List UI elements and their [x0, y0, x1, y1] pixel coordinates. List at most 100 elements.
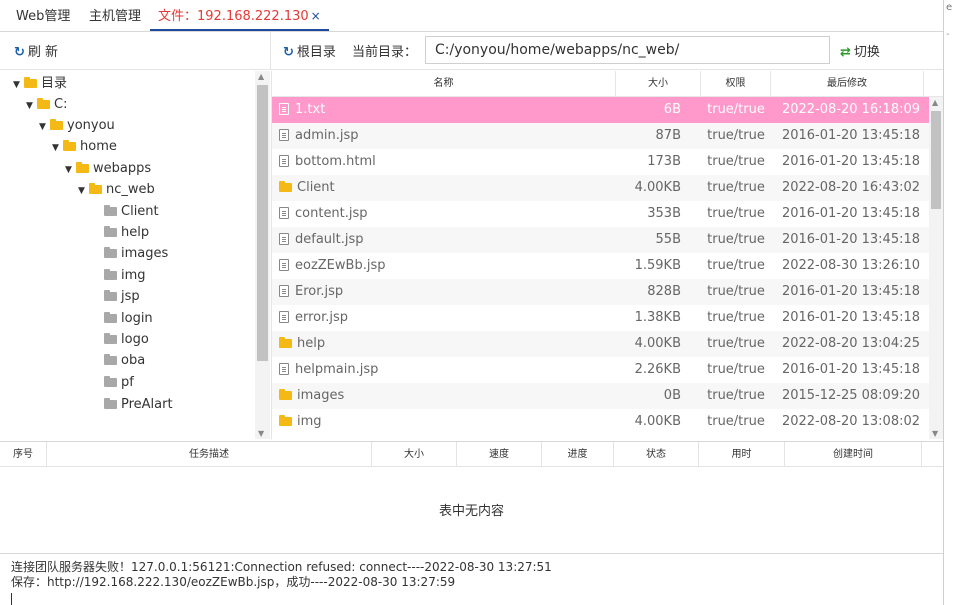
file-row[interactable]: bottom.html 173B true/true 2016-01-20 13…: [272, 149, 930, 175]
file-size: 4.00KB: [634, 414, 681, 429]
expand-arrow-icon[interactable]: ▼: [65, 160, 76, 180]
file-row[interactable]: help 4.00KB true/true 2022-08-20 13:04:2…: [272, 331, 930, 357]
folder-icon: [279, 415, 292, 426]
scroll-up-icon[interactable]: ▲: [258, 72, 264, 81]
col-header-perm[interactable]: 权限: [701, 71, 771, 97]
tree-item-img[interactable]: img: [104, 266, 146, 286]
folder-icon: [104, 333, 117, 344]
file-modified: 2022-08-20 13:08:02: [781, 414, 921, 429]
tree-item-images[interactable]: images: [104, 244, 168, 264]
tab-host-manage[interactable]: 主机管理: [81, 0, 149, 31]
tree-item-help[interactable]: help: [104, 223, 149, 243]
file-modified: 2022-08-20 16:43:02: [781, 180, 921, 195]
tree-item-logo[interactable]: logo: [104, 330, 149, 350]
col-header-modified[interactable]: 最后修改: [771, 71, 924, 97]
task-col-index[interactable]: 序号: [0, 442, 47, 467]
log-panel[interactable]: 连接团队服务器失败！127.0.0.1:56121:Connection ref…: [0, 553, 943, 605]
file-modified: 2016-01-20 13:45:18: [781, 128, 921, 143]
file-grid-scroll-thumb[interactable]: [931, 111, 941, 209]
file-icon: [279, 285, 289, 297]
file-icon: [279, 207, 289, 219]
task-col-speed[interactable]: 速度: [457, 442, 542, 467]
file-name-cell: bottom.html: [276, 149, 616, 175]
tree-item-label: webapps: [93, 161, 152, 176]
tree-item-pf[interactable]: pf: [104, 373, 134, 393]
file-icon: [279, 155, 289, 167]
file-name: error.jsp: [295, 310, 349, 325]
tree-item-label: PreAlart: [121, 397, 173, 412]
root-dir-button[interactable]: ↻ 根目录: [283, 41, 336, 60]
path-input[interactable]: [425, 36, 830, 64]
folder-icon: [104, 354, 117, 365]
tree-item-jsp[interactable]: jsp: [104, 287, 140, 307]
file-modified: 2015-12-25 08:09:20: [781, 388, 921, 403]
file-size: 828B: [647, 284, 681, 299]
tab-web-manage[interactable]: Web管理: [8, 0, 78, 31]
file-row[interactable]: default.jsp 55B true/true 2016-01-20 13:…: [272, 227, 930, 253]
task-col-status[interactable]: 状态: [614, 442, 699, 467]
task-col-desc[interactable]: 任务描述: [47, 442, 372, 467]
tree-item-home[interactable]: ▼ home: [52, 137, 117, 157]
folder-open-icon: [76, 162, 89, 173]
file-modified: 2016-01-20 13:45:18: [781, 310, 921, 325]
file-name: bottom.html: [295, 154, 376, 169]
file-row[interactable]: Eror.jsp 828B true/true 2016-01-20 13:45…: [272, 279, 930, 305]
task-col-created[interactable]: 创建时间: [785, 442, 922, 467]
folder-open-icon: [50, 119, 63, 130]
file-name-cell: error.jsp: [276, 305, 616, 331]
tree-item-oba[interactable]: oba: [104, 351, 145, 371]
refresh-button[interactable]: ↻ 刷 新: [14, 41, 58, 60]
file-row[interactable]: admin.jsp 87B true/true 2016-01-20 13:45…: [272, 123, 930, 149]
tree-item-login[interactable]: login: [104, 309, 153, 329]
file-icon: [279, 103, 289, 115]
folder-open-icon: [63, 140, 76, 151]
tree-item-webapps[interactable]: ▼ webapps: [65, 159, 151, 179]
tree-item-client[interactable]: Client: [104, 202, 159, 222]
task-col-size[interactable]: 大小: [372, 442, 457, 467]
file-perm: true/true: [707, 258, 765, 273]
tab-file-manager[interactable]: 文件：192.168.222.130 ×: [150, 0, 329, 31]
tree-item-root[interactable]: ▼ 目录: [13, 74, 67, 94]
tree-item-label: oba: [121, 353, 146, 368]
tree-scroll-thumb[interactable]: [257, 85, 268, 361]
file-row[interactable]: img 4.00KB true/true 2022-08-20 13:08:02: [272, 409, 930, 435]
scroll-down-icon[interactable]: ▼: [258, 429, 264, 438]
file-perm: true/true: [707, 180, 765, 195]
file-perm: true/true: [707, 128, 765, 143]
file-grid-scrollbar[interactable]: ▲ ▼: [929, 97, 943, 439]
expand-arrow-icon[interactable]: ▼: [39, 117, 50, 137]
file-modified: 2022-08-20 16:18:09: [781, 102, 921, 117]
task-col-progress[interactable]: 进度: [542, 442, 614, 467]
file-row[interactable]: images 0B true/true 2015-12-25 08:09:20: [272, 383, 930, 409]
scroll-up-icon[interactable]: ▲: [932, 98, 938, 107]
switch-button[interactable]: ⇄ 切换: [840, 41, 880, 60]
folder-icon: [104, 290, 117, 301]
file-name: Client: [297, 180, 335, 195]
tree-scrollbar[interactable]: ▲ ▼: [255, 71, 270, 439]
col-header-size[interactable]: 大小: [616, 71, 701, 97]
tree-item-c-drive[interactable]: ▼ C:: [26, 95, 67, 115]
file-name-cell: helpmain.jsp: [276, 357, 616, 383]
folder-icon: [104, 312, 117, 323]
scroll-down-icon[interactable]: ▼: [932, 429, 938, 438]
tree-item-yonyou[interactable]: ▼ yonyou: [39, 116, 115, 136]
folder-icon: [279, 337, 292, 348]
tree-item-prealart[interactable]: PreAlart: [104, 395, 173, 415]
file-row[interactable]: 1.txt 6B true/true 2022-08-20 16:18:09: [272, 97, 930, 123]
expand-arrow-icon[interactable]: ▼: [52, 138, 63, 158]
root-dir-label: 根目录: [296, 45, 336, 60]
expand-arrow-icon[interactable]: ▼: [26, 96, 37, 116]
file-row[interactable]: content.jsp 353B true/true 2016-01-20 13…: [272, 201, 930, 227]
expand-arrow-icon[interactable]: ▼: [78, 181, 89, 201]
col-header-name[interactable]: 名称: [272, 71, 616, 97]
expand-arrow-icon[interactable]: ▼: [13, 75, 24, 95]
folder-open-icon: [24, 77, 37, 88]
task-col-elapsed[interactable]: 用时: [699, 442, 785, 467]
file-row[interactable]: helpmain.jsp 2.26KB true/true 2016-01-20…: [272, 357, 930, 383]
file-row[interactable]: eozZEwBb.jsp 1.59KB true/true 2022-08-30…: [272, 253, 930, 279]
close-icon[interactable]: ×: [311, 9, 321, 23]
file-row[interactable]: error.jsp 1.38KB true/true 2016-01-20 13…: [272, 305, 930, 331]
folder-icon: [104, 205, 117, 216]
tree-item-nc-web[interactable]: ▼ nc_web: [78, 180, 155, 200]
file-row[interactable]: Client 4.00KB true/true 2022-08-20 16:43…: [272, 175, 930, 201]
